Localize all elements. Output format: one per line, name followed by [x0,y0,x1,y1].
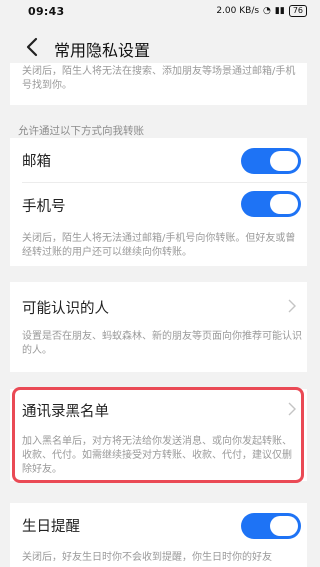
back-arrow-icon[interactable] [22,36,44,58]
phone-transfer-toggle[interactable] [241,191,301,217]
people-note: 设置是否在朋友、蚂蚁森林、新的朋友等页面向你推荐可能认识的人。 [22,331,302,356]
transfer-note: 关闭后，陌生人将无法通过邮箱/手机号向你转账。但好友或曾经转过账的用户还可以继续… [22,233,296,258]
wifi-icon: ◔ [263,6,271,16]
birthday-reminder-toggle[interactable] [241,513,301,539]
divider [22,182,307,183]
people-card[interactable]: 可能认识的人 设置是否在朋友、蚂蚁森林、新的朋友等页面向你推荐可能认识的人。 [10,282,307,372]
status-bar: 09:43 2.00 KB/s ◔ ▮▮ 76 [0,0,317,24]
page-title: 常用隐私设置 [54,41,151,60]
chevron-right-icon [288,299,296,313]
search-privacy-card: 关闭后，陌生人将无法在搜索、添加朋友等场景通过邮箱/手机号找到你。 [10,63,307,105]
signal-icon: ▮▮ [274,6,285,16]
nav-bar: 常用隐私设置 [0,28,317,68]
transfer-section-title: 允许通过以下方式向我转账 [18,125,144,137]
birthday-card: 生日提醒 关闭后，好友生日时你不会收到提醒，你生日时你的好友 [10,503,307,567]
phone-transfer-label: 手机号 [22,199,66,215]
highlight-box [12,387,304,483]
toggle-knob [270,151,298,171]
network-speed: 2.00 KB/s [216,6,260,16]
battery-icon: 76 [288,5,307,17]
email-transfer-toggle[interactable] [241,148,301,174]
people-you-may-know-label: 可能认识的人 [22,301,109,317]
transfer-card: 邮箱 手机号 关闭后，陌生人将无法通过邮箱/手机号向你转账。但好友或曾经转过账的… [10,138,307,266]
email-transfer-label: 邮箱 [22,154,51,170]
birthday-reminder-label: 生日提醒 [22,519,80,535]
toggle-knob [270,516,298,536]
birthday-note: 关闭后，好友生日时你不会收到提醒，你生日时你的好友 [22,552,272,563]
search-privacy-note: 关闭后，陌生人将无法在搜索、添加朋友等场景通过邮箱/手机号找到你。 [22,66,296,91]
status-icons: 2.00 KB/s ◔ ▮▮ 76 [216,5,307,17]
status-time: 09:43 [28,5,65,18]
toggle-knob [270,194,298,214]
